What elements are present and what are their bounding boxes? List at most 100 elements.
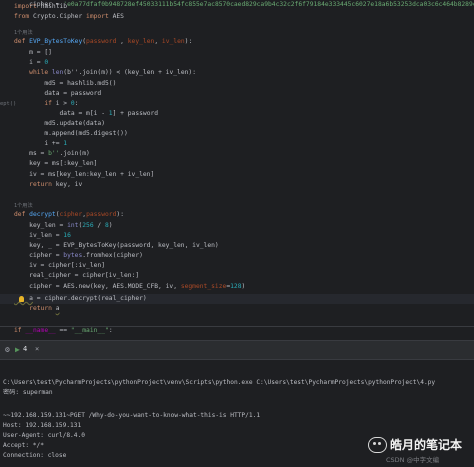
code-text: real_cipher = cipher[iv_len:] <box>14 271 139 281</box>
code-line[interactable]: m.append(md5.digest()) <box>0 129 474 139</box>
code-text: key, _ = EVP_BytesToKey(password, key_le… <box>14 241 219 251</box>
code-token: == <box>55 327 71 334</box>
code-line[interactable]: m = [] <box>0 48 474 58</box>
code-token: m.append(md5.digest()) <box>14 130 128 137</box>
code-token: = cipher.decrypt(real_cipher) <box>32 295 147 302</box>
code-token: bytes <box>63 252 83 259</box>
code-text: def decrypt(cipher,password): <box>14 210 124 220</box>
code-line[interactable]: key, _ = EVP_BytesToKey(password, key_le… <box>0 241 474 251</box>
watermark: 皓月的笔记本 CSDN @中字文编 <box>368 436 474 467</box>
code-token: 128 <box>230 283 242 290</box>
code-token: cipher = <box>14 252 64 259</box>
lightbulb-icon[interactable] <box>19 296 24 302</box>
code-line[interactable]: key = ms[:key_len] <box>0 159 474 169</box>
code-token: ): <box>116 211 124 218</box>
console-line: C:\Users\test\PycharmProjects\pythonProj… <box>3 379 436 386</box>
code-line[interactable]: if __name__ == "__main__": <box>0 326 474 336</box>
code-token: .join(m) <box>59 150 90 157</box>
code-token: Crypto.Cipher <box>32 13 87 20</box>
code-token: cipher = AES.new(key, AES.MODE_CFB, iv, <box>14 283 181 290</box>
console-line: User-Agent: curl/8.4.0 <box>3 432 85 439</box>
console-line: 密码: superman <box>3 389 53 396</box>
code-token: ): <box>184 38 193 45</box>
code-line[interactable]: if i > 0: <box>0 99 474 109</box>
code-text: a = cipher.decrypt(real_cipher) <box>14 294 147 304</box>
code-text: i += 1 <box>14 139 67 149</box>
code-token: 256 <box>82 222 94 229</box>
code-token: ) <box>108 222 113 229</box>
code-token: key_len = <box>14 222 68 229</box>
code-token: return <box>14 181 56 188</box>
code-token: iv_len <box>161 38 185 45</box>
code-line[interactable]: i = 0 <box>0 58 474 68</box>
code-token: 1 <box>63 140 68 147</box>
code-token: iv = cipher[:iv_len] <box>14 262 105 269</box>
code-token: cipher = <box>14 1 64 8</box>
console-line: ~~192.168.159.131~PGET /Why-do-you-want-… <box>3 412 261 419</box>
code-text: cipher = 'e0a77dfaf0b948728ef45033111b54… <box>14 0 474 10</box>
code-token: __name__ <box>25 327 56 334</box>
code-line[interactable]: key_len = int(256 / 8) <box>0 221 474 231</box>
close-icon[interactable]: × <box>35 345 39 354</box>
code-token: 16 <box>63 232 71 239</box>
code-text: i = 0 <box>14 58 48 68</box>
code-text: ms = b''.join(m) <box>14 149 90 159</box>
code-line[interactable]: i += 1 <box>0 139 474 149</box>
code-line[interactable]: cipher = 'e0a77dfaf0b948728ef45033111b54… <box>0 0 474 10</box>
code-line[interactable]: cipher = AES.new(key, AES.MODE_CFB, iv, … <box>0 282 474 292</box>
code-line[interactable]: iv = cipher[:iv_len] <box>0 261 474 271</box>
code-line[interactable]: cipher = bytes.fromhex(cipher) <box>0 251 474 261</box>
gear-icon[interactable]: ⚙ <box>5 345 10 354</box>
code-text: md5.update(data) <box>14 119 105 129</box>
code-line[interactable]: def EVP_BytesToKey(password , key_len, i… <box>0 37 474 47</box>
code-token: m = [] <box>14 49 52 56</box>
code-line[interactable]: data = password <box>0 89 474 99</box>
code-token: , <box>116 38 128 45</box>
code-text: iv = cipher[:iv_len] <box>14 261 105 271</box>
code-line[interactable]: iv = ms[key_len:key_len + iv_len] <box>0 170 474 180</box>
code-token: ) <box>241 283 246 290</box>
code-line[interactable]: def decrypt(cipher,password): <box>0 210 474 220</box>
code-token: def <box>14 211 30 218</box>
code-token: data = m[i - <box>14 110 109 117</box>
code-editor[interactable]: import hashlib from Crypto.Cipher import … <box>0 0 474 340</box>
code-line[interactable]: md5.update(data) <box>0 119 474 129</box>
code-token: , <box>154 38 162 45</box>
code-line[interactable]: from Crypto.Cipher import AES <box>0 12 474 22</box>
code-token: key, _ = EVP_BytesToKey(password, key_le… <box>14 242 219 249</box>
code-text: md5 = hashlib.md5() <box>14 79 116 89</box>
code-line[interactable]: data = m[i - 1] + password <box>0 109 474 119</box>
watermark-title: 皓月的笔记本 <box>390 438 463 452</box>
code-token: password <box>86 38 117 45</box>
code-token: 0 <box>44 59 49 66</box>
code-token: def <box>14 38 30 45</box>
code-text: cipher = AES.new(key, AES.MODE_CFB, iv, … <box>14 282 245 292</box>
code-token: 'e0a77dfaf0b948728ef45033111b54fc855e7ac… <box>63 1 474 8</box>
code-line[interactable]: a = cipher.decrypt(real_cipher) <box>0 294 474 304</box>
code-token: ms = <box>14 150 49 157</box>
code-line[interactable]: real_cipher = cipher[iv_len:] <box>0 271 474 281</box>
code-token: : <box>74 100 79 107</box>
code-line[interactable]: return a <box>0 304 474 314</box>
code-token: iv_len = <box>14 232 64 239</box>
code-token: ] + password <box>112 110 159 117</box>
code-line[interactable] <box>0 190 474 200</box>
code-line[interactable]: ms = b''.join(m) <box>0 149 474 159</box>
run-arrow-icon: ▶ <box>15 345 20 354</box>
code-token: md5.update(data) <box>14 120 105 127</box>
code-token: real_cipher = cipher[iv_len:] <box>14 272 140 279</box>
run-tab-label[interactable]: 4 <box>23 345 27 354</box>
code-token: EVP_BytesToKey <box>29 38 83 45</box>
code-token: segment_size <box>180 283 227 290</box>
code-token: int <box>67 222 79 229</box>
code-line[interactable]: iv_len = 16 <box>0 231 474 241</box>
code-line[interactable]: while len(b''.join(m)) < (key_len + iv_l… <box>0 68 474 78</box>
code-text: iv_len = 16 <box>14 231 71 241</box>
code-line[interactable]: return key, iv <box>0 180 474 190</box>
code-text: key = ms[:key_len] <box>14 159 97 169</box>
code-text: if i > 0: <box>14 99 78 109</box>
code-line[interactable]: md5 = hashlib.md5() <box>0 79 474 89</box>
code-text: def EVP_BytesToKey(password , key_len, i… <box>14 37 192 47</box>
code-token: a <box>55 305 60 312</box>
code-text: from Crypto.Cipher import AES <box>14 12 124 22</box>
